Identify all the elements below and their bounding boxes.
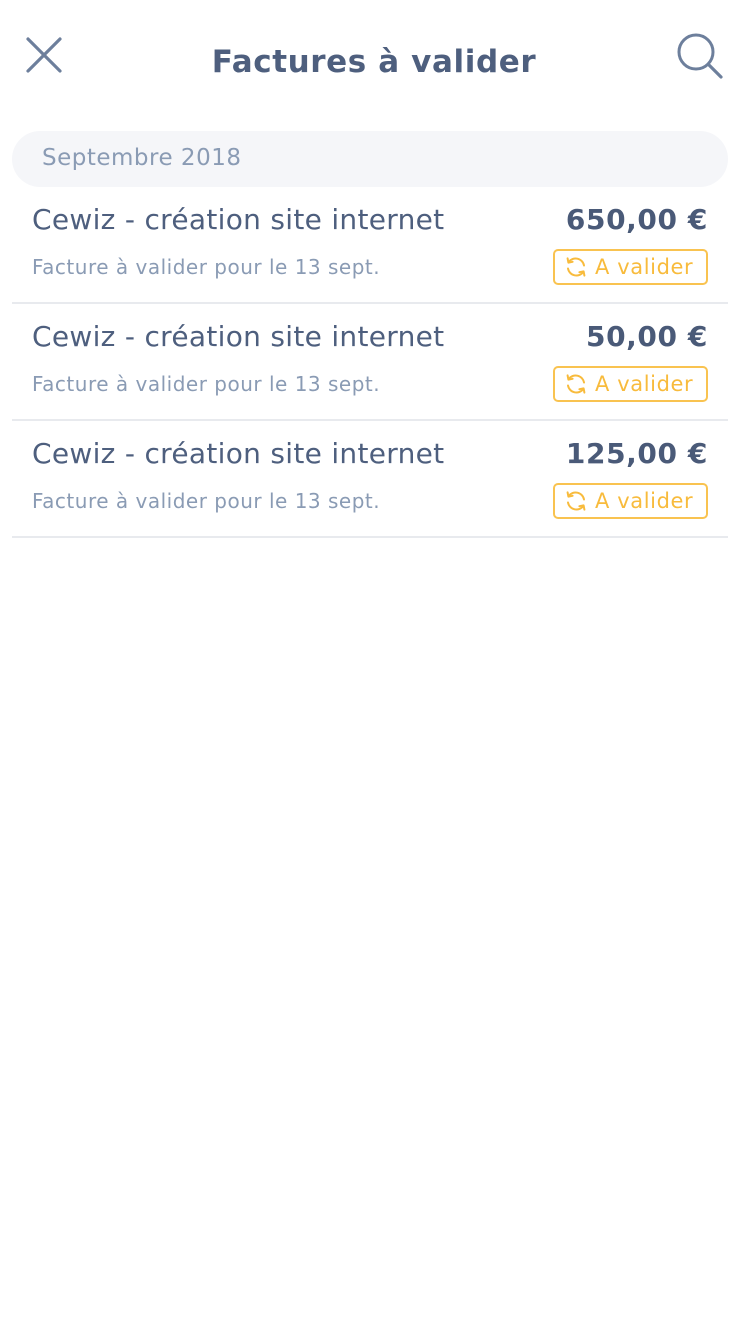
status-badge[interactable]: A valider: [553, 366, 708, 402]
status-badge[interactable]: A valider: [553, 249, 708, 285]
status-badge[interactable]: A valider: [553, 483, 708, 519]
invoice-row[interactable]: Cewiz - création site internet Facture à…: [12, 421, 728, 538]
header: Factures à valider: [0, 0, 748, 120]
invoice-due-date: Facture à valider pour le 13 sept.: [32, 489, 381, 513]
invoice-due-date: Facture à valider pour le 13 sept.: [32, 255, 381, 279]
invoice-name: Cewiz - création site internet: [32, 203, 445, 236]
invoice-amount: 650,00 €: [565, 203, 708, 236]
status-label: A valider: [595, 489, 694, 513]
invoice-row[interactable]: Cewiz - création site internet Facture à…: [12, 304, 728, 421]
page-title: Factures à valider: [211, 44, 537, 80]
invoice-row[interactable]: Cewiz - création site internet Facture à…: [12, 187, 728, 304]
invoice-amount: 125,00 €: [565, 437, 708, 470]
search-button[interactable]: [672, 30, 726, 82]
invoice-amount: 50,00 €: [586, 320, 708, 353]
status-label: A valider: [595, 255, 694, 279]
search-icon: [677, 33, 723, 79]
refresh-icon: [566, 491, 586, 511]
invoice-due-date: Facture à valider pour le 13 sept.: [32, 372, 381, 396]
status-label: A valider: [595, 372, 694, 396]
invoice-name: Cewiz - création site internet: [32, 320, 445, 353]
section-label: Septembre 2018: [42, 145, 242, 171]
section-header: Septembre 2018: [12, 131, 728, 187]
refresh-icon: [566, 257, 586, 277]
invoice-name: Cewiz - création site internet: [32, 437, 445, 470]
invoice-list: Cewiz - création site internet Facture à…: [12, 187, 728, 538]
refresh-icon: [566, 374, 586, 394]
